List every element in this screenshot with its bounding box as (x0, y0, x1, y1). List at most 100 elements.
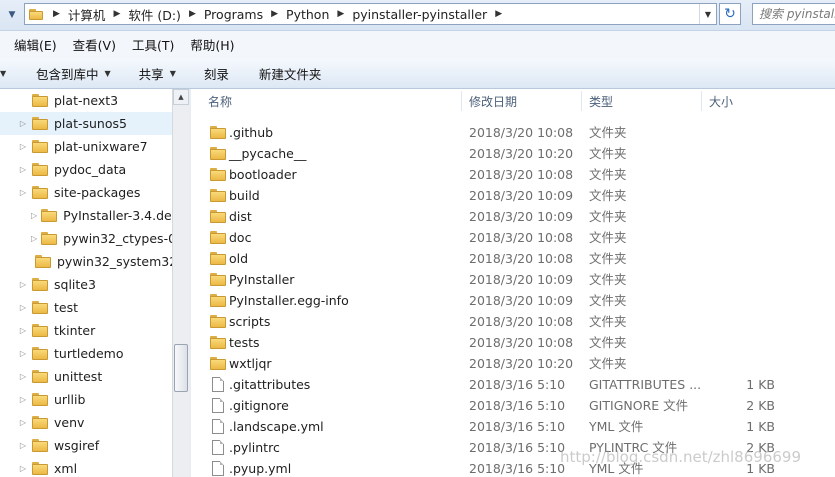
chevron-right-icon[interactable]: ▶ (495, 9, 502, 19)
file-row[interactable]: PyInstaller.egg-info 2018/3/20 10:09 文件夹 (191, 290, 835, 311)
column-divider[interactable] (461, 91, 462, 111)
nav-tree-item-label: xml (54, 461, 78, 476)
chevron-right-icon[interactable]: ▶ (271, 9, 278, 19)
new-folder-button[interactable]: 新建文件夹 (259, 64, 322, 83)
file-row[interactable]: tests 2018/3/20 10:08 文件夹 (191, 332, 835, 353)
expand-arrow-icon[interactable]: ▷ (18, 395, 28, 404)
nav-tree-item[interactable]: ▷ plat-sunos5 (0, 112, 172, 135)
menu-tools[interactable]: 工具(T) (132, 35, 174, 54)
burn-button[interactable]: 刻录 (204, 64, 229, 83)
nav-tree-item[interactable]: ▷ venv (0, 411, 172, 434)
scrollbar-thumb[interactable] (174, 344, 188, 392)
file-row[interactable]: __pycache__ 2018/3/20 10:20 文件夹 (191, 143, 835, 164)
file-size (711, 269, 775, 290)
expand-arrow-icon[interactable]: ▷ (31, 211, 37, 220)
chevron-right-icon[interactable]: ▶ (53, 9, 60, 19)
file-row[interactable]: scripts 2018/3/20 10:08 文件夹 (191, 311, 835, 332)
breadcrumb-item-computer[interactable]: 计算机 (68, 5, 106, 24)
breadcrumb-item-pyinstaller[interactable]: pyinstaller-pyinstaller (352, 7, 487, 22)
chevron-right-icon[interactable]: ▶ (337, 9, 344, 19)
column-header-date[interactable]: 修改日期 (469, 89, 517, 113)
file-row[interactable]: .landscape.yml 2018/3/16 5:10 YML 文件 1 KB (191, 416, 835, 437)
expand-arrow-icon[interactable]: ▷ (18, 165, 28, 174)
nav-tree-item[interactable]: ▷ urllib (0, 388, 172, 411)
address-bar: ▼ ▶ 计算机 ▶ 软件 (D:) ▶ Programs ▶ Python ▶ … (0, 0, 835, 31)
chevron-right-icon[interactable]: ▶ (189, 9, 196, 19)
file-type: 文件夹 (589, 125, 627, 140)
nav-tree-item[interactable]: pywin32_system32 (0, 250, 172, 273)
refresh-icon[interactable]: ↻ (719, 3, 741, 25)
nav-tree-item[interactable]: plat-next3 (0, 89, 172, 112)
menu-view[interactable]: 查看(V) (73, 35, 116, 54)
expand-arrow-icon[interactable]: ▷ (18, 372, 28, 381)
nav-scrollbar[interactable]: ▲ (172, 89, 189, 477)
expand-arrow-icon[interactable]: ▷ (18, 142, 28, 151)
nav-tree-item[interactable]: ▷ PyInstaller-3.4.dev0 (0, 204, 172, 227)
menu-edit[interactable]: 编辑(E) (14, 35, 57, 54)
file-row[interactable]: wxtljqr 2018/3/20 10:20 文件夹 (191, 353, 835, 374)
breadcrumb[interactable]: ▶ 计算机 ▶ 软件 (D:) ▶ Programs ▶ Python ▶ py… (24, 3, 717, 25)
folder-icon (32, 186, 48, 199)
share-button[interactable]: 共享 ▼ (139, 64, 176, 83)
expand-arrow-icon[interactable]: ▷ (18, 280, 28, 289)
file-name: .gitignore (229, 398, 289, 413)
file-list: 名称 修改日期 类型 大小 .github 2018/3/20 10:08 文件夹 _… (191, 89, 835, 477)
column-divider[interactable] (581, 91, 582, 111)
breadcrumb-item-programs[interactable]: Programs (204, 7, 263, 22)
nav-tree-item[interactable]: ▷ sqlite3 (0, 273, 172, 296)
file-row[interactable]: build 2018/3/20 10:09 文件夹 (191, 185, 835, 206)
file-row[interactable]: PyInstaller 2018/3/20 10:09 文件夹 (191, 269, 835, 290)
file-row[interactable]: old 2018/3/20 10:08 文件夹 (191, 248, 835, 269)
nav-tree-item[interactable]: ▷ unittest (0, 365, 172, 388)
expand-arrow-icon[interactable]: ▷ (18, 418, 28, 427)
nav-tree-item[interactable]: ▷ pydoc_data (0, 158, 172, 181)
file-size (711, 185, 775, 206)
file-date: 2018/3/20 10:09 (469, 188, 574, 203)
expand-arrow-icon[interactable]: ▷ (18, 119, 28, 128)
file-row[interactable]: .pyup.yml 2018/3/16 5:10 YML 文件 1 KB (191, 458, 835, 477)
nav-tree-item[interactable]: ▷ pywin32_ctypes-0.1 (0, 227, 172, 250)
file-size (711, 353, 775, 374)
chevron-right-icon[interactable]: ▶ (113, 9, 120, 19)
breadcrumb-item-drive[interactable]: 软件 (D:) (128, 5, 181, 24)
breadcrumb-item-python[interactable]: Python (286, 7, 329, 22)
file-type: 文件夹 (589, 314, 627, 329)
column-divider[interactable] (701, 91, 702, 111)
file-row[interactable]: .github 2018/3/20 10:08 文件夹 (191, 122, 835, 143)
nav-tree-item[interactable]: ▷ plat-unixware7 (0, 135, 172, 158)
column-header-size[interactable]: 大小 (709, 89, 733, 113)
expand-arrow-icon[interactable]: ▷ (18, 464, 28, 473)
column-header-name[interactable]: 名称 (208, 89, 232, 113)
file-type: 文件夹 (589, 335, 627, 350)
toolbar-dropdown-icon[interactable]: ▼ (0, 66, 8, 80)
recent-locations-chevron-icon[interactable]: ▼ (0, 3, 24, 27)
nav-tree-item-label: tkinter (54, 323, 96, 338)
file-row[interactable]: bootloader 2018/3/20 10:08 文件夹 (191, 164, 835, 185)
scroll-up-icon[interactable]: ▲ (173, 89, 189, 105)
nav-tree-item[interactable]: ▷ xml (0, 457, 172, 477)
search-input[interactable]: 搜索 pyinstall (752, 3, 835, 25)
expand-arrow-icon[interactable]: ▷ (18, 303, 28, 312)
folder-icon (41, 232, 58, 245)
column-header-type[interactable]: 类型 (589, 89, 613, 113)
nav-tree-item[interactable]: ▷ site-packages (0, 181, 172, 204)
expand-arrow-icon[interactable]: ▷ (18, 349, 28, 358)
folder-icon (32, 324, 48, 337)
file-row[interactable]: .pylintrc 2018/3/16 5:10 PYLINTRC 文件 2 KB (191, 437, 835, 458)
nav-tree-item[interactable]: ▷ turtledemo (0, 342, 172, 365)
expand-arrow-icon[interactable]: ▷ (31, 234, 37, 243)
file-row[interactable]: .gitattributes 2018/3/16 5:10 GITATTRIBUTE… (191, 374, 835, 395)
menu-help[interactable]: 帮助(H) (190, 35, 234, 54)
include-in-library-button[interactable]: 包含到库中 ▼ (36, 64, 111, 83)
nav-tree-item[interactable]: ▷ tkinter (0, 319, 172, 342)
expand-arrow-icon[interactable]: ▷ (18, 188, 28, 197)
file-row[interactable]: doc 2018/3/20 10:08 文件夹 (191, 227, 835, 248)
file-row[interactable]: .gitignore 2018/3/16 5:10 GITIGNORE 文件 2 KB (191, 395, 835, 416)
folder-icon (32, 140, 48, 153)
nav-tree-item[interactable]: ▷ test (0, 296, 172, 319)
expand-arrow-icon[interactable]: ▷ (18, 441, 28, 450)
expand-arrow-icon[interactable]: ▷ (18, 326, 28, 335)
nav-tree-item[interactable]: ▷ wsgiref (0, 434, 172, 457)
file-row[interactable]: dist 2018/3/20 10:09 文件夹 (191, 206, 835, 227)
address-dropdown-icon[interactable]: ▼ (699, 4, 716, 24)
